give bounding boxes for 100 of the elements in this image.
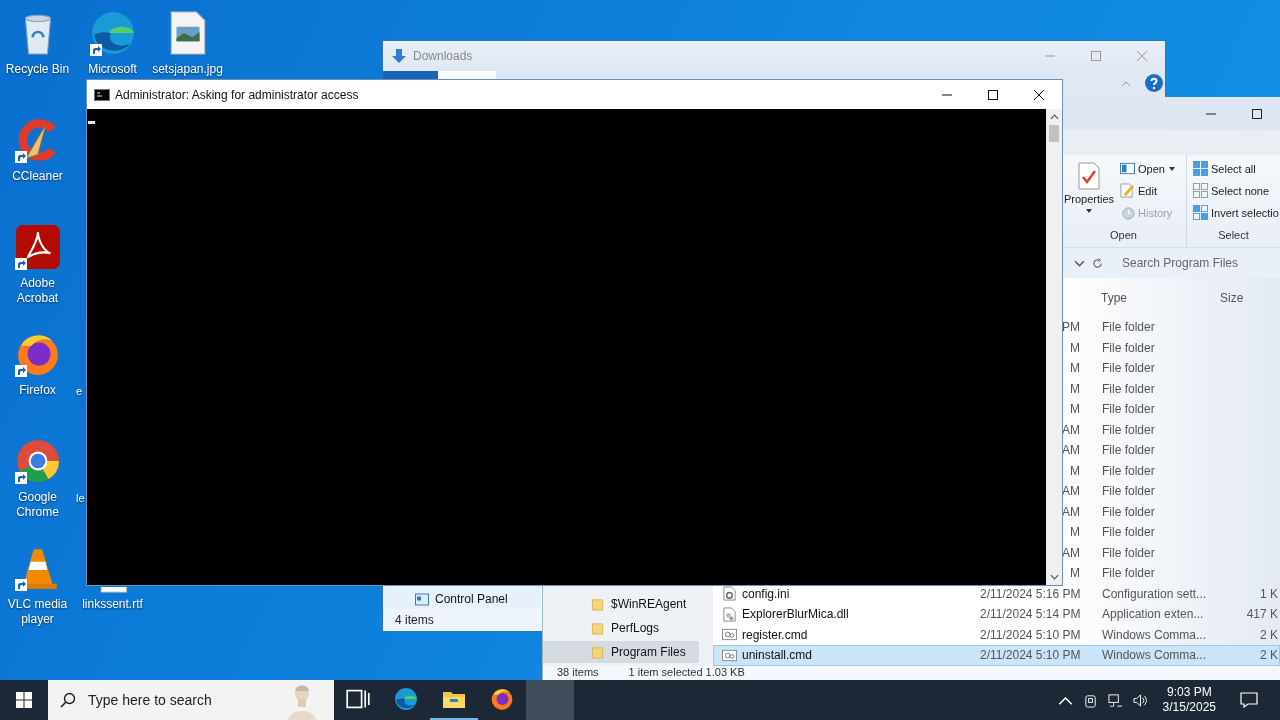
type-cell: File folder — [1102, 402, 1155, 417]
date-cell: M — [1070, 402, 1080, 417]
size-cell: 2 K — [1260, 648, 1278, 663]
scrollbar-thumb[interactable] — [1049, 125, 1059, 142]
folder-icon — [591, 597, 605, 611]
date-cell: M — [1070, 566, 1080, 581]
date-cell: M — [1070, 463, 1080, 478]
nav-item[interactable]: PerfLogs — [543, 617, 699, 639]
nav-item[interactable]: $WinREAgent — [543, 593, 699, 615]
text-cursor — [88, 121, 95, 124]
date-cell: M — [1070, 361, 1080, 376]
type-cell: File folder — [1102, 443, 1155, 458]
network-icon[interactable] — [1107, 692, 1123, 708]
type-cell: Application exten... — [1102, 607, 1204, 622]
date-cell: 2/11/2024 5:10 PM — [980, 627, 1081, 642]
type-cell: File folder — [1102, 484, 1155, 499]
script-file-icon — [722, 627, 737, 643]
size-cell: 417 K — [1246, 607, 1278, 622]
type-cell: File folder — [1102, 320, 1155, 335]
group-label: Open — [1109, 228, 1138, 243]
type-cell: Windows Comma... — [1102, 648, 1207, 663]
settings-file-icon — [722, 586, 737, 602]
date-cell: AM — [1062, 443, 1080, 458]
type-cell: File folder — [1102, 504, 1155, 519]
group-label: Select — [1217, 228, 1250, 243]
window-title: Administrator: Asking for administrator access — [115, 87, 359, 102]
status-text: 38 items — [557, 666, 599, 678]
folder-icon — [591, 621, 605, 635]
file-row[interactable]: ExplorerBlurMica.dll 2/11/2024 5:14 PM Application exten... 417 K — [713, 604, 1280, 625]
console-icon — [94, 88, 110, 101]
maximize-icon — [988, 89, 998, 100]
file-row[interactable]: register.cmd 2/11/2024 5:10 PM Windows Comma... 2 K — [713, 624, 1280, 645]
search-field[interactable]: Search Program Files — [1110, 251, 1280, 275]
selected-row[interactable]: uninstall.cmd 2/11/2024 5:10 PM Windows Comma... 2 K — [713, 645, 1280, 666]
scrollbar[interactable] — [1046, 109, 1062, 585]
notification-icon[interactable] — [1240, 692, 1258, 708]
type-cell: File folder — [1102, 525, 1155, 540]
properties-button[interactable]: Properties — [1062, 159, 1116, 227]
refresh-icon[interactable] — [1092, 257, 1103, 269]
select-all-button[interactable]: Select all — [1191, 159, 1280, 178]
close-icon — [1137, 51, 1147, 61]
date-cell: M — [1070, 340, 1080, 355]
icon-label: Recycle Bin — [4, 62, 71, 77]
column-header[interactable]: Size — [1220, 290, 1280, 305]
type-cell: File folder — [1102, 422, 1155, 437]
icon-label: CCleaner — [11, 169, 64, 184]
icon-label: e — [75, 384, 83, 399]
file-name: uninstall.cmd — [742, 648, 813, 663]
type-cell: File folder — [1102, 340, 1155, 355]
icon-label: linkssent.rtf — [81, 597, 144, 612]
pencil-icon — [1120, 183, 1135, 198]
size-cell: 1 K — [1260, 586, 1278, 601]
maximize-icon — [1091, 51, 1101, 61]
search-input[interactable]: Type here to search — [86, 691, 282, 709]
volume-icon[interactable] — [1132, 692, 1148, 708]
type-cell: File folder — [1102, 566, 1155, 581]
windows-icon — [16, 692, 32, 708]
date-cell: AM — [1062, 545, 1080, 560]
task-view-icon — [346, 687, 370, 711]
file-row[interactable]: config.ini 2/11/2024 5:16 PM Configuration sett... 1 K — [713, 583, 1280, 604]
open-button[interactable]: Open — [1118, 159, 1177, 178]
type-cell: File folder — [1102, 381, 1155, 396]
edge-icon[interactable] — [89, 10, 136, 56]
chrome-icon[interactable] — [14, 438, 61, 484]
date-cell: 2/11/2024 5:14 PM — [980, 607, 1081, 622]
file-name: register.cmd — [742, 627, 808, 642]
chevron-down-icon[interactable] — [1049, 574, 1059, 580]
date-cell: AM — [1062, 504, 1080, 519]
search-icon — [60, 692, 76, 708]
window-title: Downloads — [413, 49, 473, 63]
select-none-button[interactable]: Select none — [1191, 181, 1280, 200]
clock-icon — [1120, 205, 1135, 220]
edge-icon — [394, 687, 418, 711]
folder-icon — [591, 645, 605, 659]
clock[interactable]: 9:03 PM 3/15/2025 — [1152, 685, 1226, 715]
search-field[interactable]: Type here to search — [48, 680, 334, 720]
invert-button[interactable]: Invert selectio — [1191, 203, 1280, 222]
help-icon[interactable] — [1145, 74, 1163, 92]
file-name: ExplorerBlurMica.dll — [742, 607, 849, 622]
file-name: config.ini — [742, 586, 790, 601]
icon-label: Firefox — [18, 383, 57, 398]
type-cell: File folder — [1102, 361, 1155, 376]
maximize-icon — [1252, 108, 1262, 119]
column-header[interactable]: Type — [1095, 290, 1220, 305]
nav-item[interactable]: Control Panel — [383, 590, 541, 608]
window-icon — [1120, 161, 1135, 176]
date-cell: M — [1070, 525, 1080, 540]
icon-label: le — [75, 491, 85, 506]
nav-item[interactable]: Program Files — [543, 641, 699, 663]
edit-button[interactable]: Edit — [1118, 181, 1177, 200]
usb-drive-icon[interactable] — [1082, 692, 1098, 708]
control-panel-icon — [415, 592, 429, 606]
checked-document-icon — [1077, 161, 1101, 191]
empty-grid-icon — [1193, 183, 1208, 198]
close-icon — [1034, 89, 1044, 100]
acrobat-icon[interactable] — [14, 224, 61, 270]
date-cell: AM — [1062, 422, 1080, 437]
icon-label: Adobe Acrobat — [15, 276, 60, 306]
grid-icon — [1193, 205, 1208, 220]
icon-label: Google Chrome — [15, 490, 60, 520]
